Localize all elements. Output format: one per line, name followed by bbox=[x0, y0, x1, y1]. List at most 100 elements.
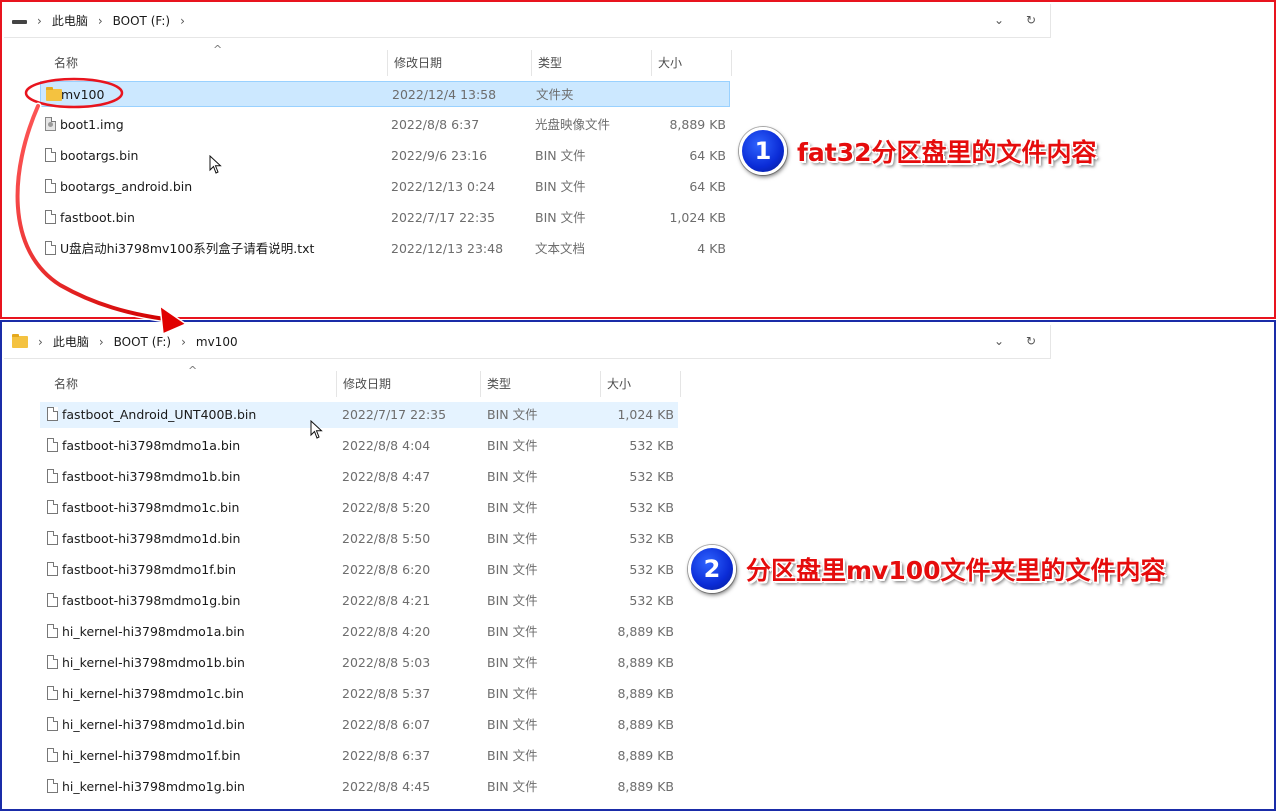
file-row[interactable]: fastboot-hi3798mdmo1b.bin 2022/8/8 4:47 BI… bbox=[40, 464, 678, 490]
file-row[interactable]: hi_kernel-hi3798mdmo1d.bin 2022/8/8 6:07 B… bbox=[40, 712, 678, 738]
breadcrumb-mv100[interactable]: mv100 bbox=[196, 335, 238, 349]
folder-icon bbox=[12, 333, 28, 348]
file-type: BIN 文件 bbox=[487, 531, 538, 546]
file-modified-date: 2022/8/8 4:21 bbox=[342, 593, 431, 608]
file-row[interactable]: fastboot-hi3798mdmo1d.bin 2022/8/8 5:50 BI… bbox=[40, 526, 678, 552]
column-header-row: ^ 名称 修改日期 类型 大小 bbox=[48, 364, 681, 397]
file-icon bbox=[47, 438, 58, 452]
file-name: U盘启动hi3798mv100系列盒子请看说明.txt bbox=[60, 241, 315, 256]
file-row[interactable]: fastboot-hi3798mdmo1c.bin 2022/8/8 5:20 BI… bbox=[40, 495, 678, 521]
refresh-icon[interactable]: ↻ bbox=[1026, 13, 1036, 27]
chevron-down-icon[interactable]: ⌄ bbox=[994, 13, 1004, 27]
file-name: mv100 bbox=[61, 87, 105, 102]
file-type: BIN 文件 bbox=[487, 438, 538, 453]
breadcrumb-this-pc[interactable]: 此电脑 bbox=[52, 12, 88, 29]
file-row[interactable]: mv100 2022/12/4 13:58 文件夹 bbox=[40, 81, 730, 107]
file-icon bbox=[45, 148, 56, 162]
file-modified-date: 2022/8/8 5:37 bbox=[342, 686, 431, 701]
file-row[interactable]: hi_kernel-hi3798mdmo1f.bin 2022/8/8 6:37 B… bbox=[40, 743, 678, 769]
file-icon bbox=[47, 593, 58, 607]
file-icon bbox=[47, 779, 58, 793]
file-type: BIN 文件 bbox=[487, 686, 538, 701]
file-name: fastboot_Android_UNT400B.bin bbox=[62, 407, 257, 422]
file-modified-date: 2022/8/8 5:03 bbox=[342, 655, 431, 670]
file-row[interactable]: fastboot-hi3798mdmo1g.bin 2022/8/8 4:21 BI… bbox=[40, 588, 678, 614]
annotation-2: 2 分区盘里mv100文件夹里的文件内容 bbox=[688, 545, 1166, 593]
file-size: 64 KB bbox=[689, 148, 726, 163]
chevron-right-icon[interactable]: › bbox=[38, 335, 43, 349]
chevron-right-icon[interactable]: › bbox=[98, 14, 103, 28]
file-modified-date: 2022/12/13 23:48 bbox=[391, 241, 504, 256]
file-row[interactable]: hi_kernel-hi3798mdmo1a.bin 2022/8/8 4:20 B… bbox=[40, 619, 678, 645]
file-modified-date: 2022/8/8 4:20 bbox=[342, 624, 431, 639]
refresh-icon[interactable]: ↻ bbox=[1026, 334, 1036, 348]
column-header-size[interactable]: 大小 bbox=[601, 371, 681, 397]
file-row[interactable]: bootargs.bin 2022/9/6 23:16 BIN 文件 64 KB bbox=[40, 143, 730, 169]
chevron-down-icon[interactable]: ⌄ bbox=[994, 334, 1004, 348]
file-name: bootargs_android.bin bbox=[60, 179, 193, 194]
file-modified-date: 2022/8/8 6:37 bbox=[342, 748, 431, 763]
file-icon bbox=[47, 562, 58, 576]
file-icon bbox=[47, 500, 58, 514]
file-name: hi_kernel-hi3798mdmo1b.bin bbox=[62, 655, 245, 670]
file-name: fastboot-hi3798mdmo1g.bin bbox=[62, 593, 241, 608]
file-modified-date: 2022/12/4 13:58 bbox=[392, 87, 497, 102]
breadcrumb-this-pc[interactable]: 此电脑 bbox=[53, 333, 89, 350]
file-type: 光盘映像文件 bbox=[535, 117, 611, 132]
file-size: 1,024 KB bbox=[617, 407, 674, 422]
file-modified-date: 2022/8/8 6:37 bbox=[391, 117, 480, 132]
annotation-text: 分区盘里mv100文件夹里的文件内容 bbox=[746, 556, 1166, 585]
chevron-right-icon[interactable]: › bbox=[180, 14, 185, 28]
file-row[interactable]: bootargs_android.bin 2022/12/13 0:24 BIN 文… bbox=[40, 174, 730, 200]
column-header-size[interactable]: 大小 bbox=[652, 50, 732, 76]
file-size: 8,889 KB bbox=[669, 117, 726, 132]
drive-icon bbox=[12, 19, 27, 24]
file-modified-date: 2022/8/8 5:20 bbox=[342, 500, 431, 515]
file-row[interactable]: hi_kernel-hi3798mdmo1g.bin 2022/8/8 4:45 B… bbox=[40, 774, 678, 800]
file-type: BIN 文件 bbox=[487, 717, 538, 732]
file-size: 1,024 KB bbox=[669, 210, 726, 225]
file-row[interactable]: boot1.img 2022/8/8 6:37 光盘映像文件 8,889 KB bbox=[40, 112, 730, 138]
file-type: BIN 文件 bbox=[535, 148, 586, 163]
file-icon bbox=[47, 469, 58, 483]
explorer-window-boot-drive: › 此电脑 › BOOT (F:) › ⌄ ↻ ^ 名称 修改日期 类型 大小 … bbox=[0, 0, 1276, 319]
column-header-date[interactable]: 修改日期 bbox=[388, 50, 532, 76]
disc-image-icon bbox=[45, 117, 56, 131]
file-row[interactable]: fastboot_Android_UNT400B.bin 2022/7/17 22… bbox=[40, 402, 678, 428]
file-row[interactable]: hi_kernel-hi3798mdmo1c.bin 2022/8/8 5:37 B… bbox=[40, 681, 678, 707]
file-name: fastboot.bin bbox=[60, 210, 135, 225]
file-modified-date: 2022/8/8 5:50 bbox=[342, 531, 431, 546]
file-modified-date: 2022/8/8 6:07 bbox=[342, 717, 431, 732]
file-modified-date: 2022/8/8 4:45 bbox=[342, 779, 431, 794]
chevron-right-icon[interactable]: › bbox=[181, 335, 186, 349]
annotation-1: 1 fat32分区盘里的文件内容 bbox=[739, 127, 1097, 175]
file-row[interactable]: hi_kernel-hi3798mdmo1b.bin 2022/8/8 5:03 B… bbox=[40, 650, 678, 676]
column-header-type[interactable]: 类型 bbox=[481, 371, 601, 397]
file-size: 8,889 KB bbox=[617, 686, 674, 701]
column-header-type[interactable]: 类型 bbox=[532, 50, 652, 76]
column-header-name[interactable]: 名称 bbox=[48, 371, 337, 397]
file-name: hi_kernel-hi3798mdmo1d.bin bbox=[62, 717, 245, 732]
file-type: BIN 文件 bbox=[487, 593, 538, 608]
breadcrumb-boot-drive[interactable]: BOOT (F:) bbox=[114, 335, 171, 349]
address-bar[interactable]: › 此电脑 › BOOT (F:) › mv100 ⌄ ↻ bbox=[4, 325, 1051, 359]
file-type: 文本文档 bbox=[535, 241, 586, 256]
file-row[interactable]: fastboot.bin 2022/7/17 22:35 BIN 文件 1,024 K… bbox=[40, 205, 730, 231]
file-type: BIN 文件 bbox=[487, 655, 538, 670]
column-header-name[interactable]: 名称 bbox=[48, 50, 388, 76]
file-name: bootargs.bin bbox=[60, 148, 139, 163]
file-name: hi_kernel-hi3798mdmo1f.bin bbox=[62, 748, 241, 763]
file-row[interactable]: fastboot-hi3798mdmo1a.bin 2022/8/8 4:04 BI… bbox=[40, 433, 678, 459]
chevron-right-icon[interactable]: › bbox=[37, 14, 42, 28]
file-type: BIN 文件 bbox=[487, 407, 538, 422]
file-row[interactable]: fastboot-hi3798mdmo1f.bin 2022/8/8 6:20 BI… bbox=[40, 557, 678, 583]
breadcrumb-boot-drive[interactable]: BOOT (F:) bbox=[113, 14, 170, 28]
column-header-date[interactable]: 修改日期 bbox=[337, 371, 481, 397]
breadcrumb: › 此电脑 › BOOT (F:) › mv100 bbox=[12, 333, 238, 350]
file-name: fastboot-hi3798mdmo1d.bin bbox=[62, 531, 241, 546]
chevron-right-icon[interactable]: › bbox=[99, 335, 104, 349]
breadcrumb: › 此电脑 › BOOT (F:) › bbox=[12, 12, 195, 29]
file-type: 文件夹 bbox=[536, 87, 574, 102]
file-row[interactable]: U盘启动hi3798mv100系列盒子请看说明.txt 2022/12/13 23… bbox=[40, 236, 730, 262]
address-bar[interactable]: › 此电脑 › BOOT (F:) › ⌄ ↻ bbox=[4, 4, 1051, 38]
